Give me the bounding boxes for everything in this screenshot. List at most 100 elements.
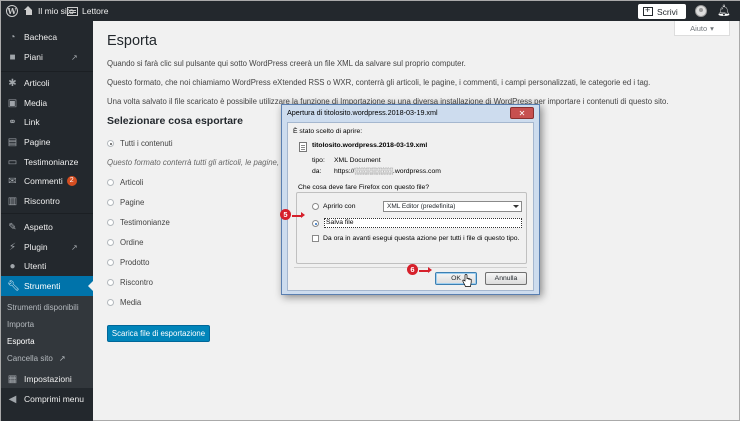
dialog-title: Apertura di titolosito.wordpress.2018-03… (287, 108, 438, 117)
intro-paragraph-1: Quando si farà clic sul pulsante qui sot… (107, 59, 466, 68)
radio-button[interactable] (107, 299, 114, 306)
radio-button[interactable] (107, 199, 114, 206)
open-with-label: Aprirlo con (323, 203, 356, 210)
option-tutti-i-contenuti[interactable]: Tutti i contenuti (107, 139, 173, 148)
sidebar-item-label: Aspetto (24, 222, 53, 232)
option-prodotto[interactable]: Prodotto (107, 258, 149, 267)
link-icon: ⚭ (8, 116, 17, 128)
reader-link[interactable]: Lettore (67, 1, 108, 21)
option-articoli[interactable]: Articoli (107, 178, 143, 187)
users-icon: ● (9, 260, 16, 272)
remember-label: Da ora in avanti esegui questa azione pe… (323, 235, 520, 242)
radio-button[interactable] (107, 279, 114, 286)
radio-button[interactable] (107, 140, 114, 147)
submenu-label: Strumenti disponibili (7, 303, 79, 312)
sidebar-separator (1, 213, 93, 214)
sidebar-item-label: Link (24, 117, 40, 127)
sidebar-item-impostazioni[interactable]: ▦ Impostazioni (1, 369, 93, 389)
sidebar-item-label: Media (24, 98, 48, 108)
file-type-label: tipo: (312, 157, 325, 164)
sidebar-item-pagine[interactable]: ▤ Pagine (1, 132, 93, 152)
option-label: Riscontro (120, 278, 153, 287)
sidebar-item-media[interactable]: ▣ Media (1, 93, 93, 113)
submenu-item-cancella-sito[interactable]: Cancella sito ↗ (7, 354, 66, 363)
submenu-label: Esporta (7, 337, 35, 346)
sidebar-item-label: Utenti (24, 261, 47, 271)
submenu-item-importa[interactable]: Importa (7, 320, 34, 329)
option-label: Media (120, 298, 142, 307)
sidebar-item-testimonianze[interactable]: ▭ Testimonianze (1, 152, 93, 172)
collapse-icon: ◀ (8, 393, 17, 405)
file-source-value: https://░░░░░░░░.wordpress.com (334, 168, 441, 175)
external-link-icon: ↗ (58, 354, 66, 363)
comments-count-badge: 2 (66, 176, 77, 186)
option-label: Testimonianze (120, 218, 170, 227)
submenu-label: Importa (7, 320, 35, 329)
selected-app: XML Editor (predefinita) (387, 203, 456, 210)
sidebar-item-aspetto[interactable]: ✎ Aspetto (1, 217, 93, 237)
close-icon[interactable]: ✕ (510, 107, 534, 119)
sidebar-separator (1, 71, 93, 72)
option-media[interactable]: Media (107, 298, 141, 307)
avatar[interactable] (695, 5, 707, 17)
option-label: Tutti i contenuti (120, 139, 173, 148)
radio-button[interactable] (107, 259, 114, 266)
open-with-app-select[interactable]: XML Editor (predefinita) (383, 201, 522, 212)
option-description: Questo formato conterrà tutti gli artico… (107, 158, 290, 167)
option-riscontro[interactable]: Riscontro (107, 278, 153, 287)
download-export-button[interactable]: Scarica file di esportazione (107, 325, 210, 342)
help-label: Aiuto (690, 23, 708, 33)
cancel-button[interactable]: Annulla (485, 272, 527, 285)
write-button[interactable]: Scrivi (638, 4, 686, 19)
sidebar-item-label: Piani (24, 52, 43, 62)
option-label: Prodotto (120, 258, 150, 267)
dashboard-icon: ◔ (9, 31, 16, 43)
sidebar-item-link[interactable]: ⚭ Link (1, 112, 93, 132)
dialog-separator (294, 267, 527, 268)
appearance-icon: ✎ (8, 221, 17, 233)
action-group: Aprirlo con XML Editor (predefinita) Sal… (296, 192, 527, 264)
sidebar-item-strumenti[interactable]: 🔧︎ Strumenti (1, 276, 93, 296)
file-name: titolosito.wordpress.2018-03-19.xml (312, 142, 428, 149)
sidebar-item-utenti[interactable]: ● Utenti (1, 256, 93, 276)
help-button[interactable]: Aiuto ▾ (674, 21, 730, 36)
testimonial-icon: ▭ (7, 156, 18, 168)
submenu-label: Cancella sito (7, 354, 53, 363)
radio-button[interactable] (107, 219, 114, 226)
sidebar-item-plugin[interactable]: ⚡ Plugin ↗ (1, 237, 93, 257)
settings-icon: ▦ (7, 373, 18, 385)
sidebar-item-label: Bacheca (24, 32, 58, 42)
sidebar-item-articoli[interactable]: ✱ Articoli (1, 73, 93, 93)
collapse-menu-button[interactable]: ◀ Comprimi menu (1, 389, 93, 409)
radio-button[interactable] (107, 179, 114, 186)
pages-icon: ▤ (7, 136, 18, 148)
option-testimonianze[interactable]: Testimonianze (107, 218, 170, 227)
option-ordine[interactable]: Ordine (107, 238, 143, 247)
sidebar-item-commenti[interactable]: ✉ Commenti 2 (1, 171, 93, 191)
pin-icon: ✱ (8, 77, 17, 89)
tools-icon: 🔧︎ (7, 280, 20, 292)
open-with-radio[interactable] (312, 203, 319, 210)
option-pagine[interactable]: Pagine (107, 198, 144, 207)
save-file-radio[interactable] (312, 220, 319, 227)
sidebar-item-bacheca[interactable]: ◔ Bacheca (1, 27, 93, 47)
question-label: Che cosa deve fare Firefox con questo fi… (298, 184, 430, 191)
sidebar-item-label: Testimonianze (24, 157, 79, 167)
wordpress-logo-icon[interactable]: W (6, 1, 18, 21)
sidebar-item-label: Plugin (24, 242, 48, 252)
radio-button[interactable] (107, 239, 114, 246)
file-source-label: da: (312, 168, 322, 175)
remember-checkbox[interactable] (312, 235, 319, 242)
home-icon (23, 6, 34, 16)
dialog-body: È stato scelto di aprire: titolosito.wor… (287, 122, 534, 291)
submenu-item-strumenti-disponibili[interactable]: Strumenti disponibili (7, 303, 79, 312)
sidebar-item-riscontro[interactable]: ▥ Riscontro (1, 191, 93, 211)
ok-button[interactable]: OK (435, 272, 477, 285)
notifications-bell-icon[interactable]: 🔔︎ (717, 5, 731, 17)
sidebar-item-piani[interactable]: ■ Piani ↗ (1, 47, 93, 67)
submenu-item-esporta[interactable]: Esporta (7, 337, 35, 346)
media-icon: ▣ (7, 97, 18, 109)
plans-icon: ■ (9, 51, 16, 63)
new-post-icon (643, 5, 653, 16)
file-type-value: XML Document (334, 157, 381, 164)
